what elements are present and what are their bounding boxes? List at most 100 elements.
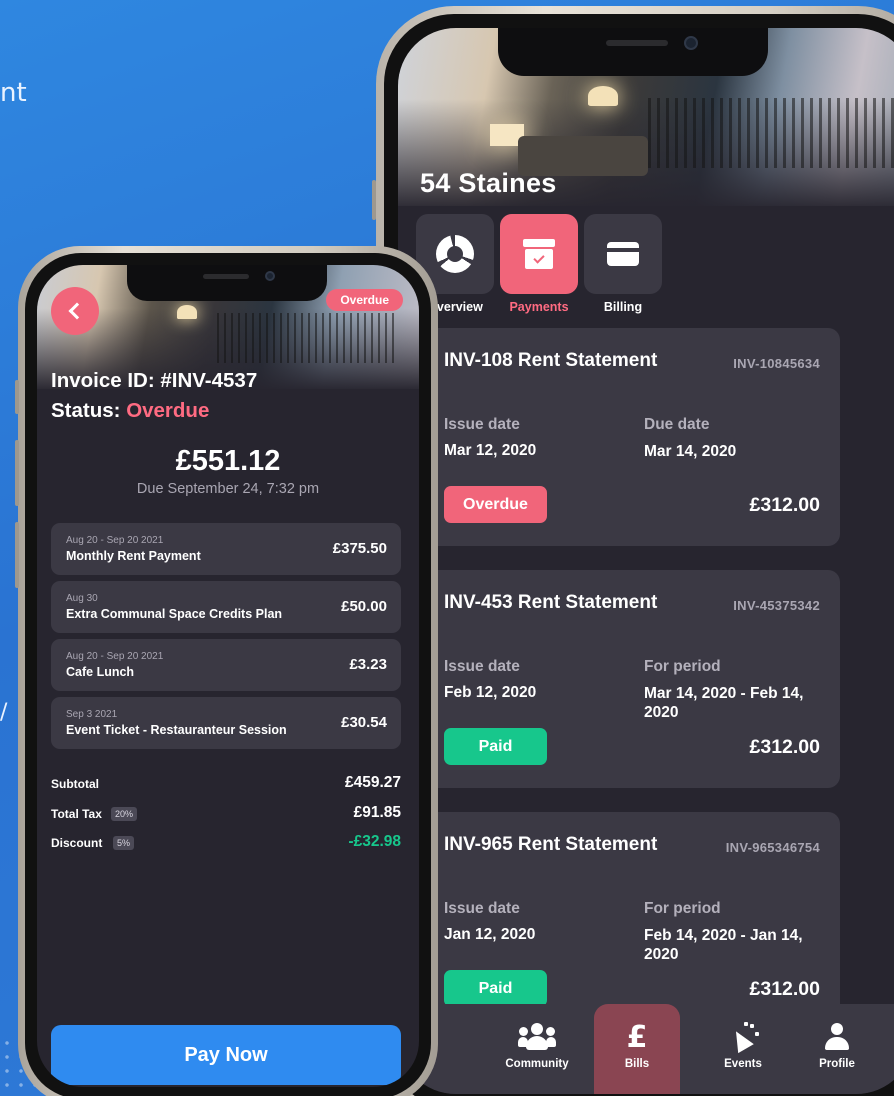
background-text-snippet: nt: [0, 78, 27, 108]
line-item-date: Aug 30: [66, 593, 98, 604]
status-badge: Overdue: [444, 486, 547, 523]
period-label: For period: [644, 658, 721, 675]
issue-date-value: Feb 12, 2020: [444, 684, 537, 701]
nav-item-community[interactable]: Community: [494, 1004, 580, 1094]
invoice-amount: £312.00: [749, 736, 821, 758]
line-item[interactable]: Sep 3 2021 Event Ticket - Restauranteur …: [51, 697, 401, 749]
line-item-price: £3.23: [349, 656, 387, 673]
right-phone-screen: 54 Staines Overview Payments Billing INV…: [398, 28, 894, 1094]
section-tabs: Overview Payments Billing: [416, 214, 662, 314]
issue-date-value: Mar 12, 2020: [444, 442, 537, 459]
notch: [127, 265, 327, 301]
tab-label: Billing: [603, 300, 643, 314]
tab-payments-tile[interactable]: [500, 214, 578, 294]
line-item[interactable]: Aug 20 - Sep 20 2021 Monthly Rent Paymen…: [51, 523, 401, 575]
speaker: [203, 274, 249, 279]
side-button: [15, 440, 19, 506]
nav-label: Bills: [624, 1058, 650, 1070]
bottom-navigation: nancy Community: [398, 1004, 894, 1094]
camera: [265, 271, 275, 281]
pie-chart-icon: [436, 235, 474, 273]
invoice-amount: £312.00: [749, 494, 821, 516]
box-check-icon: [523, 239, 555, 269]
background-text-snippet-2: /: [0, 700, 8, 725]
period-value: Feb 14, 2020 - Jan 14, 2020: [644, 927, 803, 963]
nav-item-bills[interactable]: £ Bills: [594, 1004, 680, 1094]
line-item[interactable]: Aug 20 - Sep 20 2021 Cafe Lunch £3.23: [51, 639, 401, 691]
subtotal-value: £459.27: [344, 774, 401, 791]
period-label: For period: [644, 900, 721, 917]
discount-rate-tag: 5%: [113, 836, 135, 850]
credit-card-icon: [607, 242, 639, 266]
line-item-price: £30.54: [341, 714, 387, 731]
issue-date-value: Jan 12, 2020: [444, 926, 536, 943]
tax-value: £91.85: [353, 804, 401, 821]
invoice-title: INV-453 Rent Statement: [444, 592, 658, 613]
invoice-ref: INV-45375342: [733, 598, 820, 613]
discount-value: -£32.98: [348, 833, 401, 850]
discount-label: Discount: [51, 836, 103, 850]
community-icon: [518, 1023, 556, 1051]
tax-label: Total Tax: [51, 807, 102, 821]
status-value: Overdue: [126, 399, 210, 422]
invoice-id: Invoice ID: #INV-4537: [51, 369, 258, 392]
right-phone: 54 Staines Overview Payments Billing INV…: [376, 6, 894, 1096]
invoice-card[interactable]: INV-453 Rent Statement INV-45375342 Issu…: [420, 570, 840, 788]
tab-billing-tile[interactable]: [584, 214, 662, 294]
status-badge: Paid: [444, 970, 547, 1007]
subtotal-label: Subtotal: [51, 777, 99, 791]
left-phone-screen: Overdue Invoice ID: #INV-4537 Status: Ov…: [37, 265, 419, 1087]
side-button: [15, 522, 19, 588]
hero-railing: [648, 98, 894, 168]
nav-label: Events: [724, 1058, 762, 1070]
camera: [684, 36, 698, 50]
nav-item-events[interactable]: Events: [700, 1004, 786, 1094]
back-button[interactable]: [51, 287, 99, 335]
invoice-amount: £312.00: [749, 978, 821, 1000]
invoice-title: INV-965 Rent Statement: [444, 834, 658, 855]
invoice-title: INV-108 Rent Statement: [444, 350, 658, 371]
notch: [498, 28, 768, 76]
pay-now-button[interactable]: Pay Now: [51, 1025, 401, 1085]
nav-label: Community: [505, 1058, 569, 1070]
period-value: Mar 14, 2020 - Feb 14, 2020: [644, 685, 804, 721]
status-badge: Paid: [444, 728, 547, 765]
invoice-card[interactable]: INV-965 Rent Statement INV-965346754 Iss…: [420, 812, 840, 1030]
due-date: Due September 24, 7:32 pm: [136, 481, 320, 497]
line-item-date: Aug 20 - Sep 20 2021: [66, 651, 164, 662]
side-button: [372, 180, 376, 220]
invoice-ref: INV-10845634: [733, 356, 820, 371]
invoice-ref: INV-965346754: [725, 840, 820, 855]
due-date-label: Due date: [644, 416, 710, 433]
issue-date-label: Issue date: [444, 658, 520, 675]
chevron-left-icon: [68, 302, 86, 320]
invoice-card[interactable]: INV-108 Rent Statement INV-10845634 Issu…: [420, 328, 840, 546]
nav-label: Profile: [819, 1058, 855, 1070]
due-date-value: Mar 14, 2020: [644, 443, 737, 460]
invoice-status: Status: Overdue: [51, 399, 209, 423]
line-item-name: Cafe Lunch: [66, 665, 135, 679]
nav-item-profile[interactable]: Profile: [794, 1004, 880, 1094]
left-phone: Overdue Invoice ID: #INV-4537 Status: Ov…: [18, 246, 438, 1096]
line-item-name: Event Ticket - Restauranteur Session: [66, 723, 287, 737]
status-pill: Overdue: [326, 289, 403, 311]
party-icon: [728, 1022, 759, 1054]
tab-label: Payments: [509, 300, 569, 314]
line-item[interactable]: Aug 30 Extra Communal Space Credits Plan…: [51, 581, 401, 633]
line-item-price: £375.50: [332, 540, 387, 557]
pound-icon: £: [626, 1019, 648, 1055]
status-label: Status:: [51, 399, 127, 422]
issue-date-label: Issue date: [444, 416, 520, 433]
line-item-name: Extra Communal Space Credits Plan: [66, 607, 283, 621]
issue-date-label: Issue date: [444, 900, 520, 917]
line-item-date: Sep 3 2021: [66, 709, 118, 720]
tab-billing[interactable]: Billing: [584, 214, 662, 314]
profile-icon: [823, 1023, 851, 1051]
side-button: [15, 380, 19, 414]
line-item-price: £50.00: [341, 598, 387, 615]
tax-rate-tag: 20%: [111, 807, 138, 821]
hero-railing: [217, 313, 397, 363]
tab-payments[interactable]: Payments: [500, 214, 578, 314]
line-item-date: Aug 20 - Sep 20 2021: [66, 535, 164, 546]
invoice-total: £551.12: [175, 445, 281, 477]
